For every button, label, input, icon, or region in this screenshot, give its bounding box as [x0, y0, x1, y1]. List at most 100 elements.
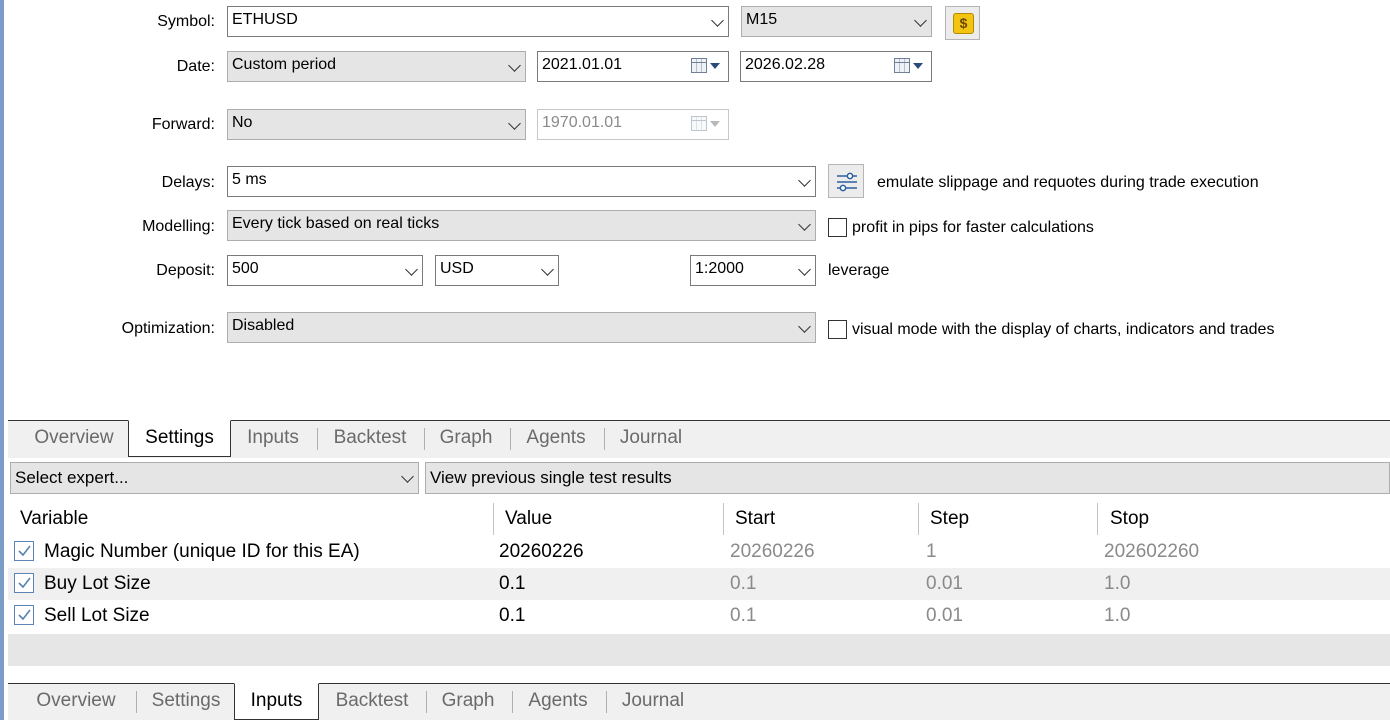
deposit-label: Deposit: [156, 262, 215, 279]
profit-in-pips-checkbox[interactable] [828, 218, 847, 237]
symbol-select[interactable]: ETHUSD [227, 6, 729, 37]
param-stop[interactable]: 202602260 [1104, 541, 1199, 563]
date-to-picker[interactable]: 2026.02.28 [740, 51, 932, 82]
param-start[interactable]: 20260226 [730, 541, 815, 563]
deposit-amount-value: 500 [232, 260, 259, 277]
param-variable: Buy Lot Size [44, 573, 151, 594]
chevron-down-icon [508, 59, 521, 72]
tab-journal[interactable]: Journal [608, 421, 694, 457]
modelling-value: Every tick based on real ticks [232, 215, 440, 232]
forward-mode-value: No [232, 114, 253, 131]
checkmark-icon [18, 577, 31, 589]
deposit-amount-select[interactable]: 500 [227, 255, 423, 286]
column-separator [1097, 503, 1098, 535]
timeframe-select[interactable]: M15 [741, 6, 932, 37]
chevron-down-icon [508, 117, 521, 130]
tab-inputs[interactable]: Inputs [234, 683, 319, 720]
chevron-down-icon [798, 320, 811, 333]
calendar-dropdown-icon [691, 116, 720, 131]
tab-separator [510, 428, 511, 450]
tab-separator [317, 428, 318, 450]
param-step[interactable]: 0.01 [926, 573, 963, 595]
tab-settings[interactable]: Settings [128, 420, 231, 457]
column-header-step[interactable]: Step [930, 508, 969, 530]
view-previous-results-button[interactable]: View previous single test results [425, 462, 1390, 494]
checkmark-icon [18, 609, 31, 621]
param-start[interactable]: 0.1 [730, 573, 756, 595]
tab-separator [136, 691, 137, 713]
param-start[interactable]: 0.1 [730, 605, 756, 627]
forward-mode-select[interactable]: No [227, 109, 526, 140]
param-value[interactable]: 0.1 [499, 605, 525, 627]
table-row[interactable]: Magic Number (unique ID for this EA) 202… [8, 536, 1390, 568]
chevron-down-icon [401, 470, 414, 483]
tab-backtest[interactable]: Backtest [323, 684, 421, 720]
date-to-value: 2026.02.28 [745, 56, 826, 73]
chevron-down-icon [405, 263, 418, 276]
dollar-coin-icon: $ [953, 13, 974, 34]
table-row[interactable]: Buy Lot Size 0.1 0.1 0.01 1.0 [8, 568, 1390, 600]
tab-inputs[interactable]: Inputs [233, 421, 313, 457]
tab-graph[interactable]: Graph [430, 684, 506, 720]
slippage-settings-button[interactable] [828, 164, 864, 198]
param-stop[interactable]: 1.0 [1104, 573, 1130, 595]
expert-select[interactable]: Select expert... [10, 462, 419, 494]
row-checkbox[interactable] [14, 605, 34, 625]
delays-label: Delays: [161, 174, 215, 191]
leverage-select[interactable]: 1:2000 [690, 255, 816, 286]
column-header-start[interactable]: Start [735, 508, 775, 530]
deposit-currency-select[interactable]: USD [435, 255, 559, 286]
tab-journal[interactable]: Journal [610, 684, 696, 720]
param-value[interactable]: 0.1 [499, 573, 525, 595]
timeframe-value: M15 [746, 11, 778, 28]
delays-value: 5 ms [232, 171, 267, 188]
view-previous-results-label: View previous single test results [430, 468, 672, 487]
tester-tabs-top: Overview Settings Inputs Backtest Graph … [8, 420, 1390, 458]
symbol-properties-button[interactable]: $ [945, 6, 980, 40]
optimization-select[interactable]: Disabled [227, 312, 816, 343]
tab-settings[interactable]: Settings [138, 684, 234, 720]
tab-separator [604, 428, 605, 450]
tab-overview[interactable]: Overview [18, 421, 130, 457]
chevron-down-icon [798, 218, 811, 231]
column-header-stop[interactable]: Stop [1110, 508, 1149, 530]
tab-agents[interactable]: Agents [514, 421, 598, 457]
date-from-value: 2021.01.01 [542, 56, 623, 73]
tab-separator [424, 428, 425, 450]
date-from-picker[interactable]: 2021.01.01 [537, 51, 729, 82]
leverage-label: leverage [828, 262, 890, 279]
row-checkbox[interactable] [14, 541, 34, 561]
calendar-dropdown-icon[interactable] [691, 58, 720, 73]
tab-agents[interactable]: Agents [516, 684, 600, 720]
chevron-down-icon [711, 14, 724, 27]
chevron-down-icon [798, 174, 811, 187]
calendar-dropdown-icon[interactable] [894, 58, 923, 73]
leverage-value: 1:2000 [695, 260, 744, 277]
column-header-variable[interactable]: Variable [20, 508, 88, 530]
param-stop[interactable]: 1.0 [1104, 605, 1130, 627]
param-step[interactable]: 0.01 [926, 605, 963, 627]
chevron-down-icon [798, 263, 811, 276]
param-variable: Magic Number (unique ID for this EA) [44, 541, 360, 562]
profit-in-pips-label: profit in pips for faster calculations [852, 219, 1094, 236]
sliders-icon [837, 172, 857, 192]
param-step[interactable]: 1 [926, 541, 937, 563]
date-mode-value: Custom period [232, 56, 337, 73]
window-left-border [0, 0, 4, 720]
table-row[interactable]: Sell Lot Size 0.1 0.1 0.01 1.0 [8, 600, 1390, 632]
column-separator [493, 503, 494, 535]
row-checkbox[interactable] [14, 573, 34, 593]
column-header-value[interactable]: Value [505, 508, 552, 530]
tab-graph[interactable]: Graph [428, 421, 504, 457]
tab-overview[interactable]: Overview [20, 684, 132, 720]
modelling-select[interactable]: Every tick based on real ticks [227, 210, 816, 241]
param-value[interactable]: 20260226 [499, 541, 584, 563]
checkmark-icon [18, 545, 31, 557]
date-label: Date: [176, 58, 215, 75]
date-mode-select[interactable]: Custom period [227, 51, 526, 82]
tester-tabs-bottom: Overview Settings Inputs Backtest Graph … [8, 683, 1390, 720]
delays-select[interactable]: 5 ms [227, 166, 816, 197]
tab-separator [606, 691, 607, 713]
visual-mode-checkbox[interactable] [828, 320, 847, 339]
tab-backtest[interactable]: Backtest [321, 421, 419, 457]
